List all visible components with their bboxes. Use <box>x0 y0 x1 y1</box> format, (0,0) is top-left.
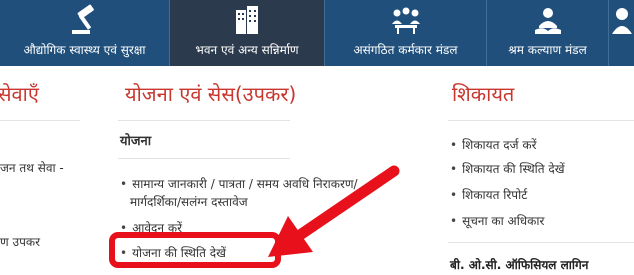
highlight-box-annotation <box>109 232 281 268</box>
red-arrow-annotation <box>268 165 400 257</box>
